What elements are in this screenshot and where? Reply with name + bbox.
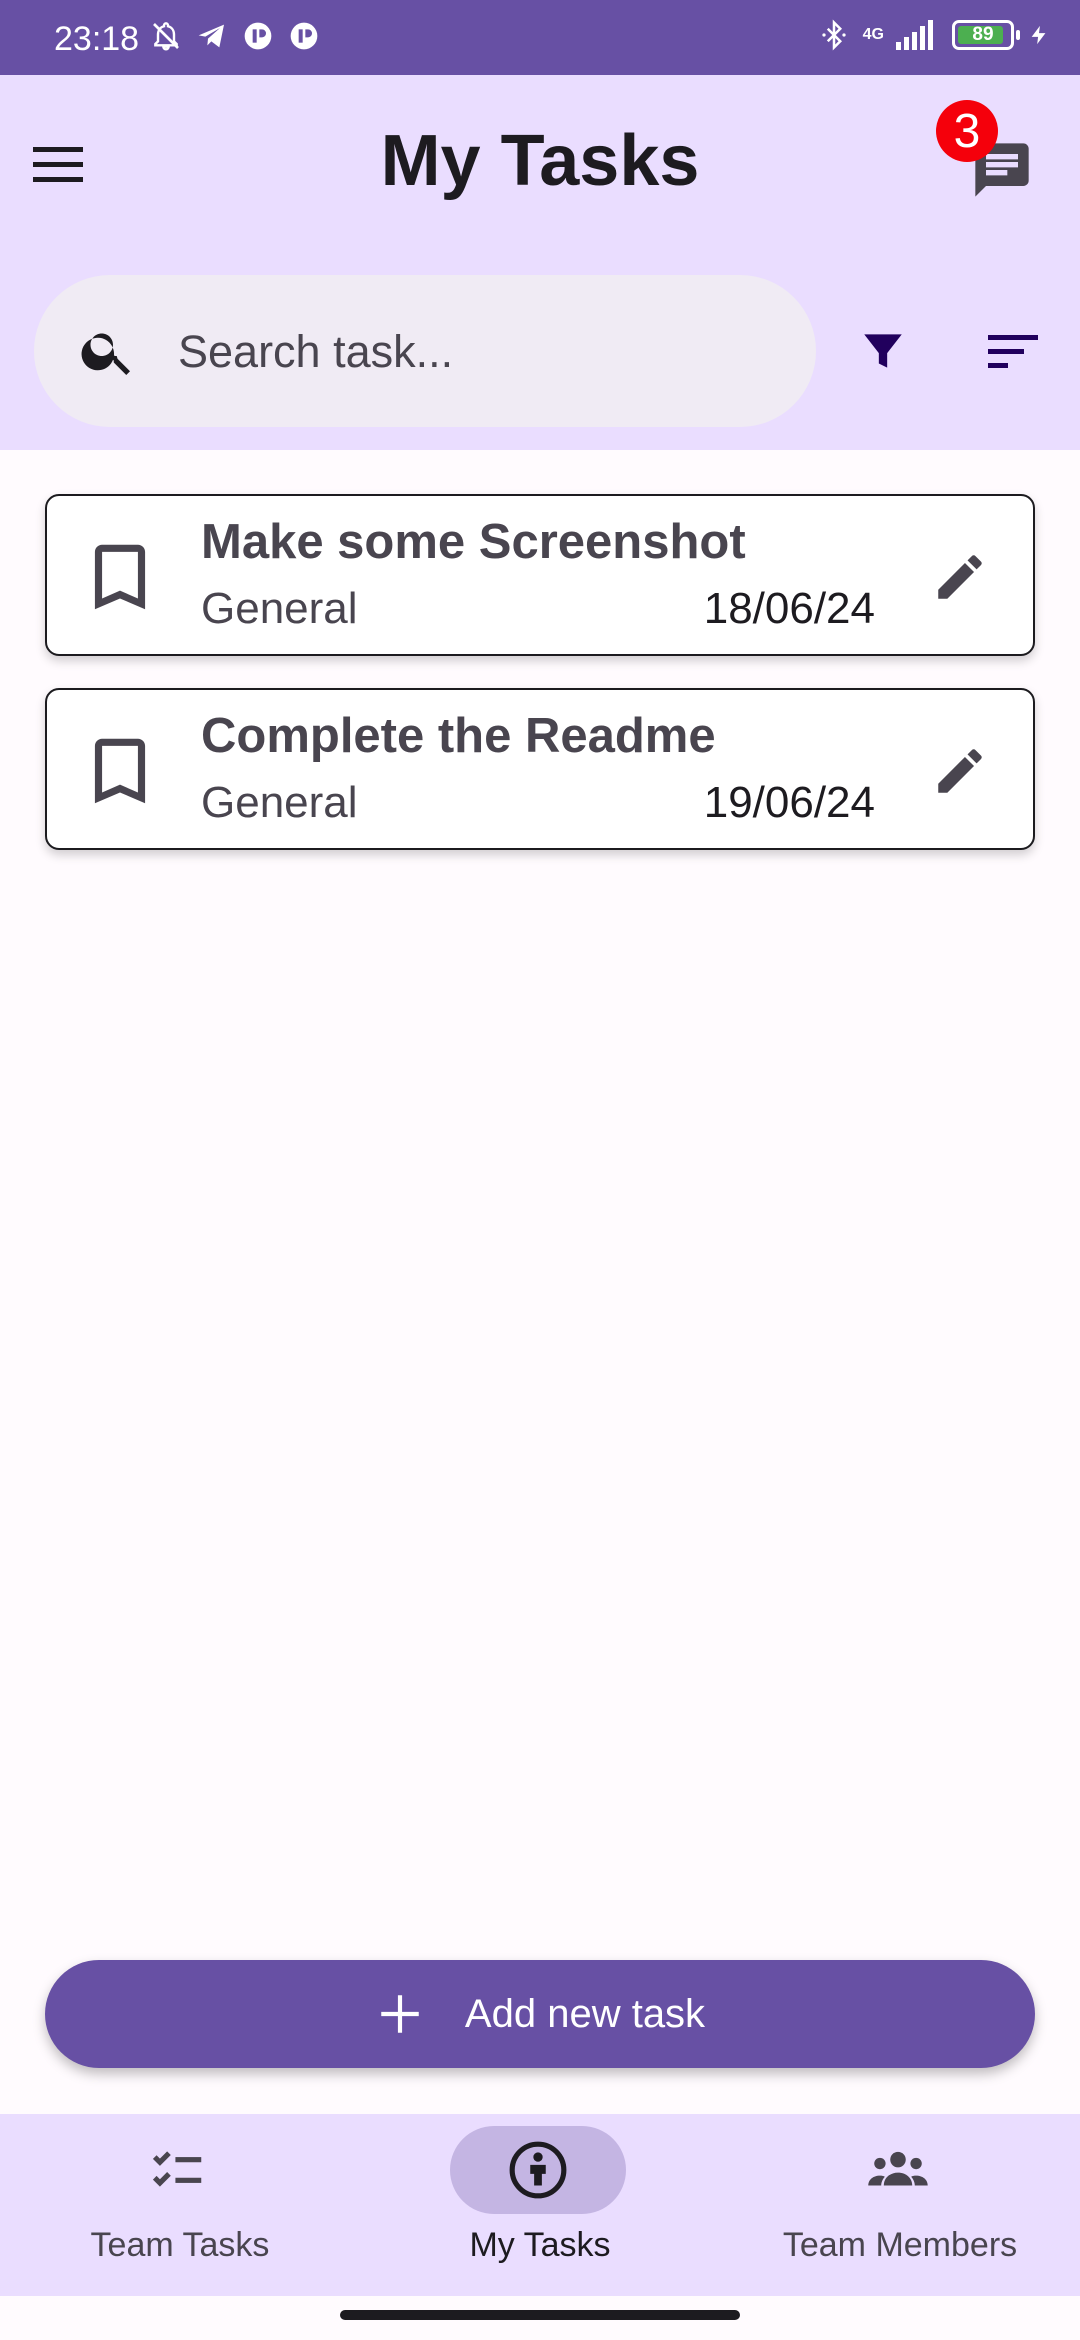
bookmark-icon [94, 544, 146, 610]
telegram-icon [198, 24, 224, 48]
plus-icon [381, 1995, 419, 2033]
sort-icon [988, 335, 1038, 368]
system-icons: 4G 89 [819, 18, 1050, 52]
task-title: Make some Screenshot [201, 515, 746, 569]
signal-icon [896, 20, 933, 50]
nav-pill [810, 2126, 986, 2214]
message-count-badge: 3 [936, 100, 998, 162]
task-category: General [201, 778, 358, 827]
nav-pill [90, 2126, 266, 2214]
app-notification-icon-1 [244, 22, 272, 50]
page-title: My Tasks [380, 121, 700, 201]
task-card[interactable]: Make some Screenshot General 18/06/24 [45, 494, 1035, 656]
task-category: General [201, 584, 358, 633]
sort-button[interactable] [980, 318, 1046, 384]
edit-task-button[interactable] [927, 544, 993, 610]
filter-icon [864, 334, 902, 368]
battery-percent: 89 [972, 24, 994, 45]
search-input[interactable] [176, 313, 780, 391]
charging-icon [1031, 25, 1046, 45]
bottom-navigation: Team Tasks My Tasks Team Members [0, 2114, 1080, 2296]
add-task-label: Add new task [464, 1991, 706, 2036]
task-date: 18/06/24 [703, 584, 875, 633]
task-title: Complete the Readme [201, 709, 716, 763]
nav-item-team-members[interactable]: Team Members [720, 2114, 1080, 2296]
search-icon [81, 333, 130, 375]
home-indicator[interactable] [340, 2310, 740, 2320]
task-date: 19/06/24 [703, 778, 875, 827]
pencil-icon [938, 749, 982, 793]
nav-item-my-tasks[interactable]: My Tasks [360, 2114, 720, 2296]
nav-item-team-tasks[interactable]: Team Tasks [0, 2114, 360, 2296]
group-icon [868, 2151, 928, 2186]
notification-icons [150, 20, 320, 52]
nav-label: My Tasks [469, 2226, 611, 2264]
bell-off-icon [153, 22, 179, 51]
app-notification-icon-2 [290, 22, 318, 50]
filter-button[interactable] [850, 318, 916, 384]
task-card[interactable]: Complete the Readme General 19/06/24 [45, 688, 1035, 850]
status-bar: 23:18 4G 89 [0, 0, 1080, 75]
bluetooth-icon [822, 19, 846, 51]
edit-task-button[interactable] [927, 738, 993, 804]
nav-label: Team Tasks [90, 2226, 270, 2264]
person-info-icon [509, 2141, 567, 2199]
pencil-icon [938, 555, 982, 599]
add-task-button[interactable]: Add new task [45, 1960, 1035, 2068]
network-type: 4G [862, 26, 884, 43]
bookmark-icon [94, 738, 146, 804]
search-bar[interactable] [34, 275, 816, 427]
battery-indicator: 89 [952, 20, 1020, 50]
status-time: 23:18 [54, 20, 140, 58]
nav-label: Team Members [782, 2226, 1018, 2264]
checklist-icon [152, 2151, 202, 2187]
nav-pill-active [450, 2126, 626, 2214]
